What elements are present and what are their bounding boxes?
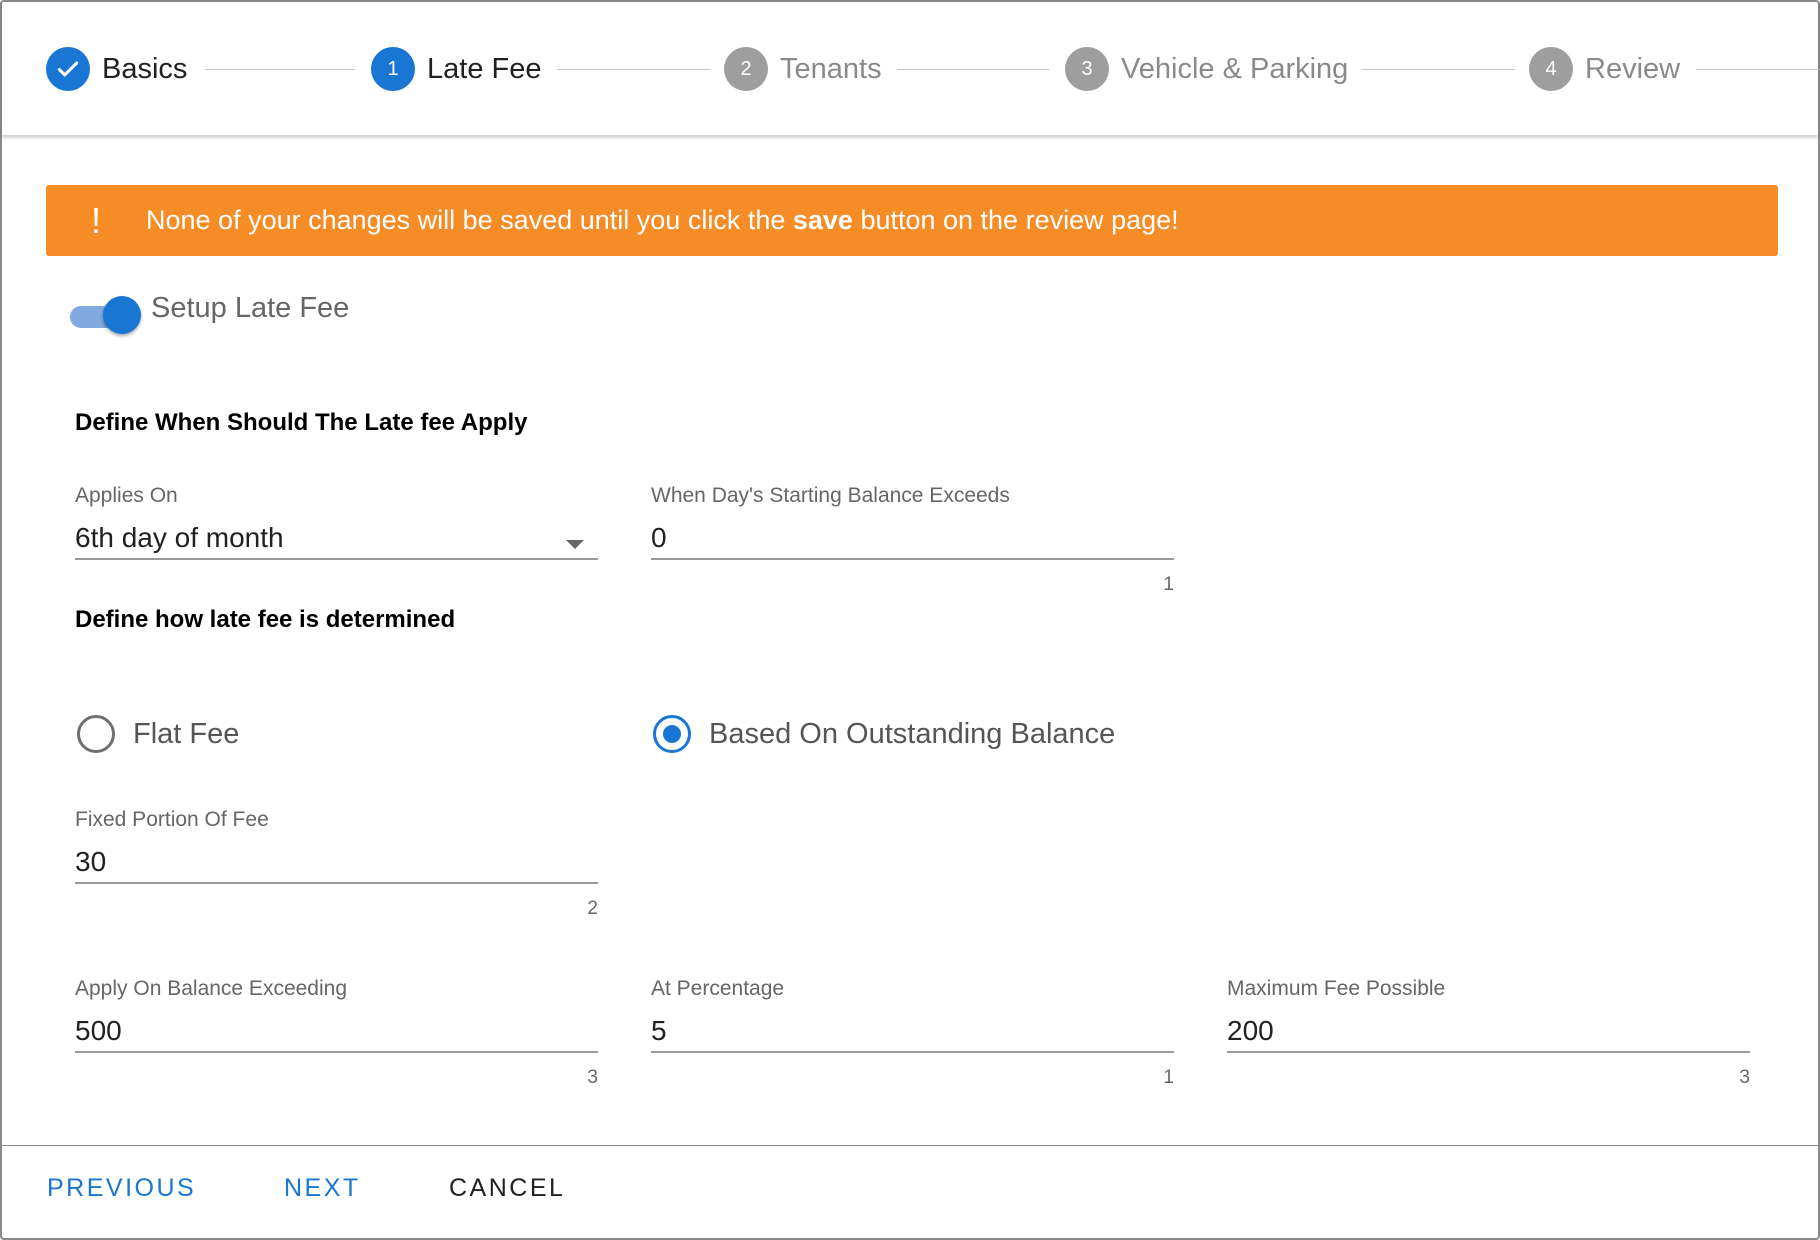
footer-divider	[2, 1145, 1818, 1146]
step-connector	[1362, 69, 1515, 70]
applies-on-select[interactable]: Applies On 6th day of month	[75, 484, 598, 560]
field-value: 200	[1227, 1015, 1274, 1046]
field-value: 0	[651, 522, 667, 553]
section-title-how: Define how late fee is determined	[75, 606, 456, 633]
check-icon	[46, 47, 90, 91]
step-number: 4	[1529, 47, 1573, 91]
field-label: Apply On Balance Exceeding	[75, 977, 348, 1000]
step-connector	[557, 69, 710, 70]
field-label: Maximum Fee Possible	[1227, 977, 1446, 1000]
field-underline	[75, 882, 598, 884]
previous-button[interactable]: PREVIOUS	[47, 1174, 196, 1203]
field-value: 6th day of month	[75, 522, 284, 553]
radio-label: Flat Fee	[133, 717, 240, 750]
radio-label: Based On Outstanding Balance	[709, 717, 1116, 750]
balance-exceeds-input[interactable]: When Day's Starting Balance Exceeds 0 1	[651, 484, 1174, 596]
banner-message: None of your changes will be saved until…	[146, 205, 1179, 235]
exclamation-icon: !	[90, 199, 101, 241]
field-value: 5	[651, 1015, 667, 1046]
field-label: Fixed Portion Of Fee	[75, 808, 269, 831]
step-label: Vehicle & Parking	[1121, 52, 1349, 85]
step-label: Basics	[102, 52, 188, 85]
field-underline	[75, 558, 598, 560]
step-connector	[205, 69, 355, 70]
character-counter: 2	[587, 898, 598, 919]
field-value: 500	[75, 1015, 122, 1046]
toggle-thumb	[103, 296, 141, 334]
step-review[interactable]: 4 Review	[1529, 47, 1680, 91]
next-button[interactable]: NEXT	[284, 1174, 361, 1203]
stepper: Basics 1 Late Fee 2 Tenants 3 Vehicle & …	[2, 2, 1820, 136]
step-number: 1	[371, 47, 415, 91]
field-label: At Percentage	[651, 977, 785, 1000]
character-counter: 1	[1163, 1067, 1174, 1088]
step-number: 2	[724, 47, 768, 91]
cancel-button[interactable]: CANCEL	[449, 1174, 565, 1203]
step-connector	[897, 69, 1049, 70]
step-number: 3	[1065, 47, 1109, 91]
character-counter: 3	[1739, 1067, 1750, 1088]
radio-unchecked-icon	[77, 715, 115, 753]
field-underline	[1227, 1051, 1750, 1053]
section-title-when: Define When Should The Late fee Apply	[75, 409, 528, 436]
radio-based-on-balance[interactable]: Based On Outstanding Balance	[653, 715, 1115, 753]
field-label: Applies On	[75, 484, 178, 507]
field-underline	[651, 1051, 1174, 1053]
character-counter: 1	[1163, 574, 1174, 595]
step-label: Tenants	[780, 52, 882, 85]
field-value: 30	[75, 846, 107, 877]
step-label: Late Fee	[427, 52, 542, 85]
at-percentage-input[interactable]: At Percentage 5 1	[651, 977, 1174, 1089]
step-basics[interactable]: Basics	[46, 47, 187, 91]
field-underline	[75, 1051, 598, 1053]
step-late-fee[interactable]: 1 Late Fee	[371, 47, 541, 91]
step-vehicle-parking[interactable]: 3 Vehicle & Parking	[1065, 47, 1348, 91]
setup-late-fee-label: Setup Late Fee	[151, 292, 350, 324]
radio-checked-icon	[653, 715, 691, 753]
max-fee-input[interactable]: Maximum Fee Possible 200 3	[1227, 977, 1750, 1089]
fixed-portion-input[interactable]: Fixed Portion Of Fee 30 2	[75, 808, 598, 920]
unsaved-changes-banner: ! None of your changes will be saved unt…	[46, 185, 1778, 256]
field-label: When Day's Starting Balance Exceeds	[651, 484, 1010, 507]
dialog-frame: Basics 1 Late Fee 2 Tenants 3 Vehicle & …	[0, 0, 1820, 1240]
setup-late-fee-toggle[interactable]	[70, 296, 142, 336]
dropdown-arrow-icon	[566, 540, 584, 549]
apply-on-balance-input[interactable]: Apply On Balance Exceeding 500 3	[75, 977, 598, 1089]
step-tenants[interactable]: 2 Tenants	[724, 47, 882, 91]
step-connector	[1696, 69, 1820, 70]
character-counter: 3	[587, 1067, 598, 1088]
radio-flat-fee[interactable]: Flat Fee	[77, 715, 239, 753]
step-label: Review	[1585, 52, 1681, 85]
field-underline	[651, 558, 1174, 560]
